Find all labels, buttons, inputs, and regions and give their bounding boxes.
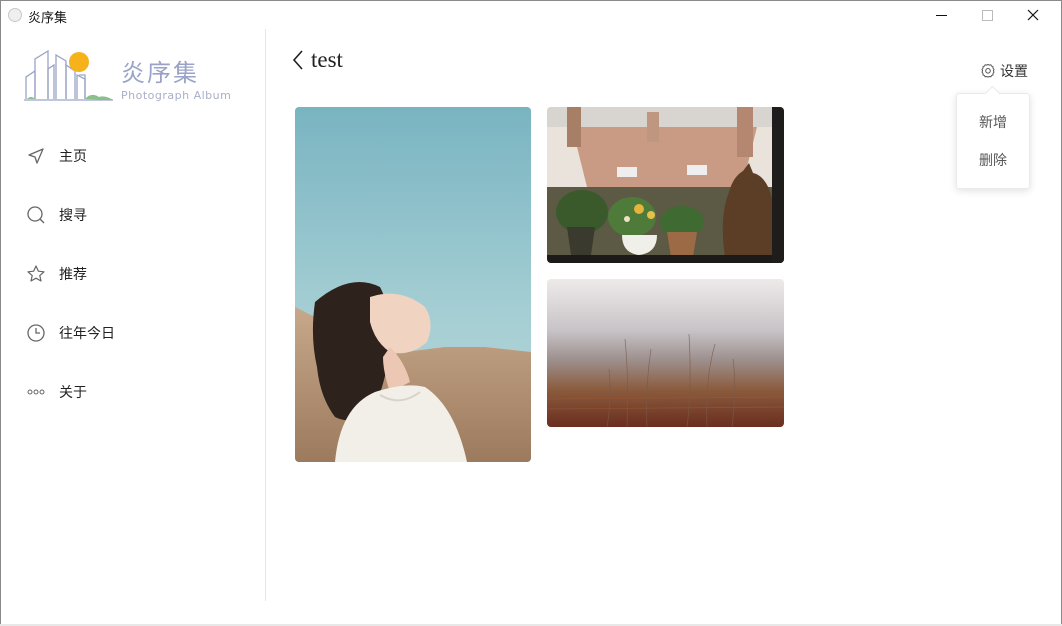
star-icon <box>26 264 46 284</box>
logo-text: 炎序集 <box>121 59 199 87</box>
settings-label: 设置 <box>1000 64 1028 80</box>
menu-item-add[interactable]: 新增 <box>957 112 1029 132</box>
title-bar: 炎序集 <box>1 1 1061 29</box>
close-button[interactable] <box>1010 1 1056 29</box>
maximize-button[interactable] <box>964 1 1010 29</box>
photo-misty-meadow <box>547 279 784 427</box>
sidebar-item-label: 推荐 <box>59 267 87 283</box>
minimize-button[interactable] <box>918 1 964 29</box>
sidebar-item-label: 主页 <box>59 149 87 165</box>
app-icon <box>8 8 22 22</box>
menu-item-delete[interactable]: 删除 <box>957 150 1029 170</box>
sidebar-item-search[interactable]: 搜寻 <box>26 203 246 227</box>
sidebar-item-recommend[interactable]: 推荐 <box>26 262 246 286</box>
send-icon <box>26 146 46 166</box>
sidebar: 炎序集 Photograph Album 主页 搜寻 推荐 往年今日 关于 <box>1 29 266 601</box>
clock-icon <box>26 323 46 343</box>
sidebar-item-label: 搜寻 <box>59 208 87 224</box>
photo-thumbnail[interactable] <box>547 107 784 263</box>
close-icon <box>1027 9 1039 21</box>
gear-icon <box>981 63 995 78</box>
app-logo: 炎序集 Photograph Album <box>24 49 231 102</box>
page-title: test <box>311 47 343 72</box>
sidebar-item-about[interactable]: 关于 <box>26 380 246 404</box>
logo-subtitle: Photograph Album <box>121 89 231 102</box>
sidebar-item-label: 关于 <box>59 385 87 401</box>
photo-woman-sky <box>295 107 531 462</box>
maximize-icon <box>981 9 993 21</box>
photo-thumbnail[interactable] <box>295 107 531 462</box>
more-icon <box>26 382 46 402</box>
window-title: 炎序集 <box>28 11 68 26</box>
back-button[interactable]: test <box>291 45 343 75</box>
photo-cat-window <box>547 107 784 263</box>
sidebar-item-label: 往年今日 <box>59 326 115 342</box>
minimize-icon <box>935 14 947 16</box>
app-window: 炎序集 炎序集 Photograph Album 主页 搜寻 推荐 往年今日 关… <box>0 0 1062 625</box>
chevron-left-icon <box>292 50 303 70</box>
search-icon <box>26 205 46 225</box>
settings-dropdown: 新增 删除 <box>956 93 1030 189</box>
photo-thumbnail[interactable] <box>547 279 784 427</box>
settings-button[interactable]: 设置 <box>980 61 1028 81</box>
sidebar-item-on-this-day[interactable]: 往年今日 <box>26 321 246 345</box>
sidebar-item-home[interactable]: 主页 <box>26 144 246 168</box>
